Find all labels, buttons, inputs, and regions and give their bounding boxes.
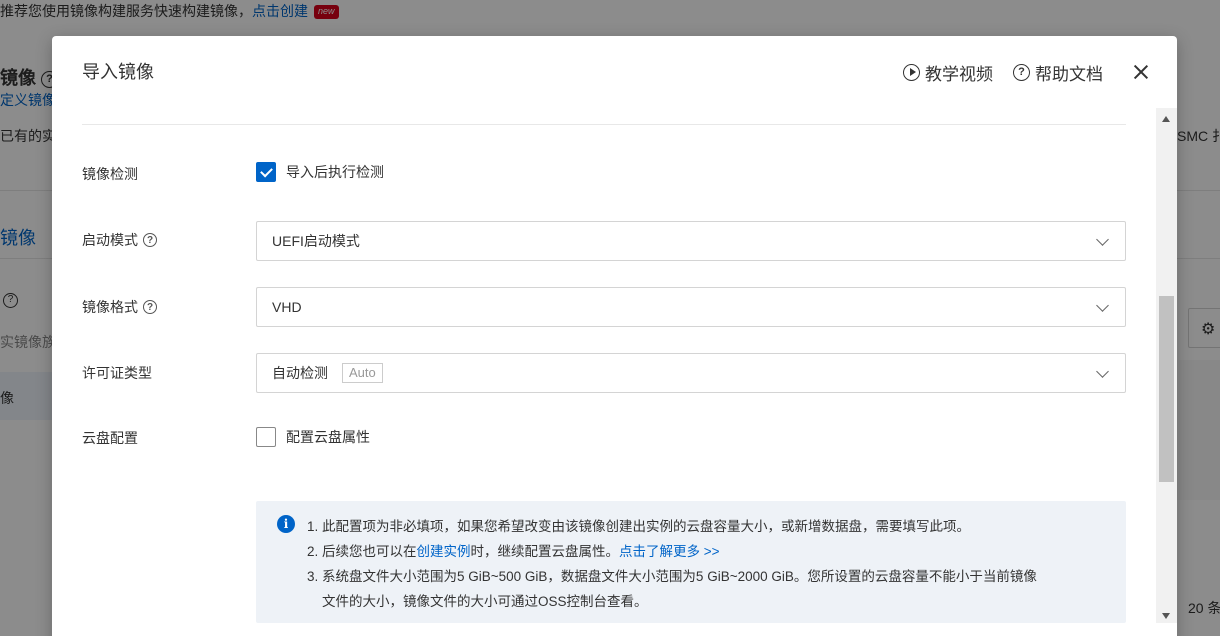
license-type-select[interactable]: 自动检测 Auto [256, 353, 1126, 393]
chevron-down-icon [1096, 365, 1109, 378]
license-auto-tag: Auto [342, 363, 383, 383]
info-line-3: 3. 系统盘文件大小范围为5 GiB~500 GiB，数据盘文件大小范围为5 G… [307, 569, 1037, 584]
chevron-down-icon [1096, 233, 1109, 246]
image-check-option-label: 导入后执行检测 [286, 164, 384, 180]
disk-config-info-box: i 1. 此配置项为非必填项，如果您希望改变由该镜像创建出实例的云盘容量大小，或… [256, 501, 1126, 623]
disk-config-option[interactable]: 配置云盘属性 [256, 427, 370, 447]
dialog-header-actions: 教学视频 ? 帮助文档 [903, 60, 1151, 84]
play-circle-icon [903, 63, 920, 81]
scroll-up-arrow-icon[interactable] [1162, 116, 1170, 122]
image-format-value: VHD [272, 299, 302, 315]
boot-mode-select[interactable]: UEFI启动模式 [256, 221, 1126, 261]
info-line-2: 2. 后续您也可以在创建实例时，继续配置云盘属性。点击了解更多 >> [307, 544, 720, 559]
boot-mode-help-icon[interactable]: ? [143, 233, 157, 247]
close-icon[interactable] [1131, 62, 1151, 82]
info-line-3-continued: 文件的大小，镜像文件的大小可通过OSS控制台查看。 [322, 594, 648, 609]
scroll-down-arrow-icon[interactable] [1162, 613, 1170, 619]
section-divider-top [82, 124, 1126, 125]
learn-more-link[interactable]: 点击了解更多 >> [619, 544, 720, 559]
disk-config-label: 云盘配置 [82, 430, 138, 446]
dialog-title: 导入镜像 [82, 62, 154, 82]
disk-config-option-label: 配置云盘属性 [286, 429, 370, 445]
image-check-checkbox[interactable] [256, 162, 276, 182]
boot-mode-value: UEFI启动模式 [272, 233, 360, 249]
image-format-select[interactable]: VHD [256, 287, 1126, 327]
boot-mode-label: 启动模式? [82, 230, 157, 250]
image-format-help-icon[interactable]: ? [143, 300, 157, 314]
chevron-down-icon [1096, 299, 1109, 312]
license-type-value: 自动检测 [272, 365, 328, 381]
image-format-label: 镜像格式? [82, 297, 157, 317]
dialog-scrollbar[interactable] [1156, 108, 1177, 623]
image-check-option[interactable]: 导入后执行检测 [256, 162, 384, 182]
disk-config-checkbox[interactable] [256, 427, 276, 447]
create-instance-link[interactable]: 创建实例 [417, 544, 471, 559]
info-text: 1. 此配置项为非必填项，如果您希望改变由该镜像创建出实例的云盘容量大小，或新增… [307, 514, 1107, 614]
help-docs-link[interactable]: ? 帮助文档 [1013, 60, 1103, 85]
tutorial-video-link[interactable]: 教学视频 [903, 60, 993, 85]
info-icon: i [277, 515, 295, 533]
help-docs-label: 帮助文档 [1035, 64, 1103, 84]
question-circle-icon: ? [1013, 63, 1030, 81]
import-image-dialog: 导入镜像 教学视频 ? 帮助文档 镜像检测 导入后执行检测 启动模式? UEFI… [52, 36, 1177, 636]
scrollbar-thumb[interactable] [1159, 296, 1174, 482]
info-line-1: 1. 此配置项为非必填项，如果您希望改变由该镜像创建出实例的云盘容量大小，或新增… [307, 519, 971, 534]
license-type-label: 许可证类型 [82, 365, 152, 381]
image-check-label: 镜像检测 [82, 166, 138, 182]
tutorial-video-label: 教学视频 [925, 64, 993, 84]
dialog-body: 镜像检测 导入后执行检测 启动模式? UEFI启动模式 镜像格式? VHD 许可… [82, 108, 1126, 636]
